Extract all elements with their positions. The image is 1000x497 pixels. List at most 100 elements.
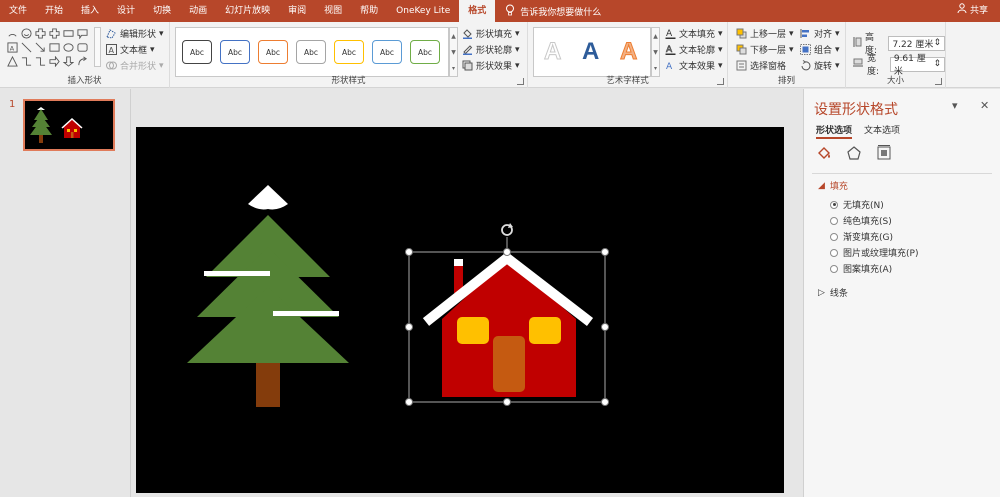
effects-icon[interactable] [846, 145, 862, 161]
christmas-tree[interactable] [187, 185, 349, 407]
size-launcher[interactable] [935, 78, 942, 85]
width-input[interactable]: 9.61 厘米 ⇕ [889, 54, 945, 77]
radio-button[interactable] [830, 232, 838, 241]
radio-button[interactable] [830, 216, 838, 225]
wordart-gallery[interactable]: A A A [533, 27, 651, 77]
radio-button[interactable] [830, 248, 838, 257]
radio-button[interactable] [830, 264, 838, 273]
edit-shape-button[interactable]: 编辑形状 ▾ [106, 27, 164, 40]
fill-option-picture[interactable]: 图片或纹理填充(P) [830, 246, 918, 259]
text-box-button[interactable]: A 文本框 ▾ [106, 43, 155, 56]
resize-handle-b[interactable] [503, 398, 511, 406]
close-icon[interactable]: ✕ [980, 99, 989, 112]
resize-handle-br[interactable] [601, 398, 609, 406]
plus-shape-icon[interactable] [34, 27, 46, 39]
shape-style-4[interactable]: Abc [296, 40, 326, 64]
radio-button[interactable] [830, 200, 838, 209]
fill-option-none[interactable]: 无填充(N) [830, 198, 884, 211]
pane-options-icon[interactable]: ▾ [952, 99, 958, 112]
shape-styles-launcher[interactable] [517, 78, 524, 85]
shape-styles-gallery[interactable]: Abc Abc Abc Abc Abc Abc Abc [175, 27, 449, 77]
selection-pane-button[interactable]: 选择窗格 [736, 59, 786, 72]
tab-file[interactable]: 文件 [0, 0, 36, 22]
resize-handle-r[interactable] [601, 323, 609, 331]
size-properties-icon[interactable] [876, 145, 892, 161]
tab-design[interactable]: 设计 [108, 0, 144, 22]
oval-shape-icon[interactable] [62, 41, 74, 53]
resize-handle-tr[interactable] [601, 248, 609, 256]
tab-review[interactable]: 审阅 [279, 0, 315, 22]
resize-handle-tl[interactable] [405, 248, 413, 256]
elbow-connector-shape-icon[interactable] [20, 55, 32, 67]
wordart-style-2[interactable]: A [582, 38, 599, 66]
triangle-shape-icon[interactable] [6, 55, 18, 67]
text-fill-button[interactable]: A 文本填充 ▾ [665, 27, 723, 40]
text-outline-button[interactable]: A 文本轮廓 ▾ [665, 43, 723, 56]
line-section-header[interactable]: ▷ 线条 [818, 286, 848, 300]
shape-style-3[interactable]: Abc [258, 40, 288, 64]
shape-style-2[interactable]: Abc [220, 40, 250, 64]
right-arrow-shape-icon[interactable] [48, 55, 60, 67]
smiley-shape-icon[interactable] [20, 27, 32, 39]
group-button[interactable]: 组合 ▾ [800, 43, 840, 56]
wordart-scroll[interactable]: ▲ ▼ ▾ [651, 27, 660, 77]
tab-shape-options[interactable]: 形状选项 [816, 123, 853, 139]
arc-shape-icon[interactable] [6, 27, 18, 39]
tab-text-options[interactable]: 文本选项 [864, 123, 900, 139]
tab-insert[interactable]: 插入 [72, 0, 108, 22]
textbox-shape-icon[interactable]: A [6, 41, 18, 53]
resize-handle-t[interactable] [503, 248, 511, 256]
align-button[interactable]: 对齐 ▾ [800, 27, 840, 40]
slide-thumbnail-1[interactable] [23, 99, 115, 151]
tab-onekey-lite[interactable]: OneKey Lite [387, 0, 459, 22]
arrow-line-shape-icon[interactable] [34, 41, 46, 53]
fill-option-pattern[interactable]: 图案填充(A) [830, 262, 892, 275]
shapes-gallery[interactable]: A [6, 27, 94, 68]
elbow-arrow-shape-icon[interactable] [34, 55, 46, 67]
shape-fill-button[interactable]: 形状填充 ▾ [462, 27, 520, 40]
bring-forward-button[interactable]: 上移一层 ▾ [736, 27, 794, 40]
shape-style-1[interactable]: Abc [182, 40, 212, 64]
slide-canvas[interactable] [136, 127, 784, 493]
spinner-icon[interactable]: ⇕ [933, 59, 941, 69]
shape-effects-button[interactable]: 形状效果 ▾ [462, 59, 520, 72]
fill-option-solid[interactable]: 纯色填充(S) [830, 214, 892, 227]
rotate-handle-icon[interactable] [501, 223, 513, 236]
fill-option-gradient[interactable]: 渐变填充(G) [830, 230, 893, 243]
fill-section-header[interactable]: ◢ 填充 [818, 179, 848, 193]
height-input[interactable]: 7.22 厘米 ⇕ [888, 35, 945, 51]
resize-handle-l[interactable] [405, 323, 413, 331]
wordart-style-1[interactable]: A [543, 38, 561, 66]
send-backward-button[interactable]: 下移一层 ▾ [736, 43, 794, 56]
tab-animations[interactable]: 动画 [180, 0, 216, 22]
shape-style-6[interactable]: Abc [372, 40, 402, 64]
callout-shape-icon[interactable] [76, 27, 88, 39]
fill-line-icon[interactable] [816, 145, 832, 161]
rect-shape-icon[interactable] [48, 41, 60, 53]
text-effects-button[interactable]: A 文本效果 ▾ [665, 59, 723, 73]
shapes-gallery-scroll[interactable] [94, 27, 101, 67]
curved-arrow-shape-icon[interactable] [76, 55, 88, 67]
wordart-style-3[interactable]: A [619, 38, 637, 66]
merge-shapes-button[interactable]: 合并形状 ▾ [106, 59, 164, 72]
shape-styles-scroll[interactable]: ▲ ▼ ▾ [449, 27, 458, 77]
shape-style-5[interactable]: Abc [334, 40, 364, 64]
shape-outline-button[interactable]: 形状轮廓 ▾ [462, 43, 520, 56]
rounded-rect-shape-icon[interactable] [76, 41, 88, 53]
share-button[interactable]: 共享 [957, 0, 988, 22]
down-arrow-shape-icon[interactable] [62, 55, 74, 67]
line-shape-icon[interactable] [20, 41, 32, 53]
tab-slideshow[interactable]: 幻灯片放映 [216, 0, 279, 22]
rotate-button[interactable]: 旋转 ▾ [800, 59, 840, 72]
cross-shape-icon[interactable] [48, 27, 60, 39]
tell-me-search[interactable]: 告诉我你想要做什么 [505, 4, 601, 19]
tab-help[interactable]: 帮助 [351, 0, 387, 22]
spinner-icon[interactable]: ⇕ [933, 38, 941, 48]
resize-handle-bl[interactable] [405, 398, 413, 406]
tab-view[interactable]: 视图 [315, 0, 351, 22]
tab-transitions[interactable]: 切换 [144, 0, 180, 22]
wordart-launcher[interactable] [717, 78, 724, 85]
rectangle-shape-icon[interactable] [62, 27, 74, 39]
house[interactable] [422, 251, 594, 397]
tab-format[interactable]: 格式 [459, 0, 496, 22]
